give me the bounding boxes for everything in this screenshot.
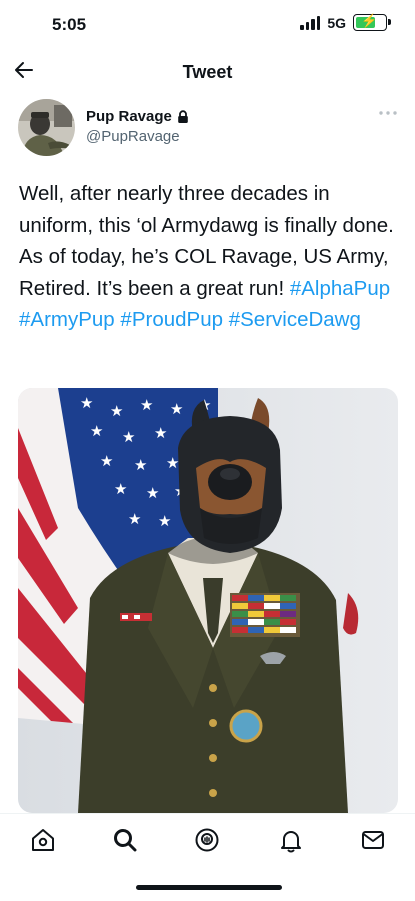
status-icons: 5G ⚡ xyxy=(300,13,391,31)
notifications-icon[interactable] xyxy=(277,826,305,854)
home-icon[interactable] xyxy=(29,826,57,854)
spaces-icon[interactable] xyxy=(193,826,221,854)
tweet-photo[interactable]: ★★★★★ ★★★★ ★★★ ★★★ ★★ xyxy=(18,388,398,813)
more-options-icon[interactable] xyxy=(378,109,398,117)
hashtag-alphapup[interactable]: #AlphaPup xyxy=(290,277,390,300)
officer-figure xyxy=(78,536,359,813)
author-handle[interactable]: @PupRavage xyxy=(86,128,180,145)
hashtag-armypup[interactable]: #ArmyPup xyxy=(19,308,115,331)
svg-text:★: ★ xyxy=(90,422,103,440)
svg-text:★: ★ xyxy=(140,396,153,414)
svg-text:★: ★ xyxy=(122,428,135,446)
status-time: 5:05 xyxy=(52,15,87,34)
author-name: Pup Ravage xyxy=(86,108,172,125)
network-type: 5G xyxy=(327,14,346,31)
pup-hood xyxy=(178,398,282,553)
svg-text:★: ★ xyxy=(110,402,123,420)
svg-text:★: ★ xyxy=(154,424,167,442)
messages-icon[interactable] xyxy=(359,826,387,854)
svg-text:★: ★ xyxy=(146,484,159,502)
svg-text:★: ★ xyxy=(170,400,183,418)
hashtag-servicedawg[interactable]: #ServiceDawg xyxy=(229,308,361,331)
svg-text:★: ★ xyxy=(166,454,179,472)
author-name-row[interactable]: Pup Ravage xyxy=(86,108,189,125)
svg-text:★: ★ xyxy=(128,510,141,528)
battery-icon: ⚡ xyxy=(353,13,391,31)
tweet-author: Pup Ravage @PupRavage xyxy=(18,95,398,159)
page-title: Tweet xyxy=(182,62,233,82)
svg-text:★: ★ xyxy=(80,394,93,412)
status-bar: 5:05 5G ⚡ xyxy=(0,0,415,50)
lock-icon xyxy=(178,110,188,123)
svg-text:★: ★ xyxy=(158,512,171,530)
signal-icon xyxy=(300,15,321,30)
search-icon[interactable] xyxy=(111,826,139,854)
tweet-text: Well, after nearly three decades in unif… xyxy=(19,178,399,336)
hashtag-proudpup[interactable]: #ProudPup xyxy=(120,308,223,331)
avatar[interactable] xyxy=(18,99,75,156)
svg-text:★: ★ xyxy=(114,480,127,498)
svg-text:★: ★ xyxy=(134,456,147,474)
nav-bar: Tweet xyxy=(0,50,415,94)
svg-text:★: ★ xyxy=(100,452,113,470)
home-indicator[interactable] xyxy=(136,885,282,890)
